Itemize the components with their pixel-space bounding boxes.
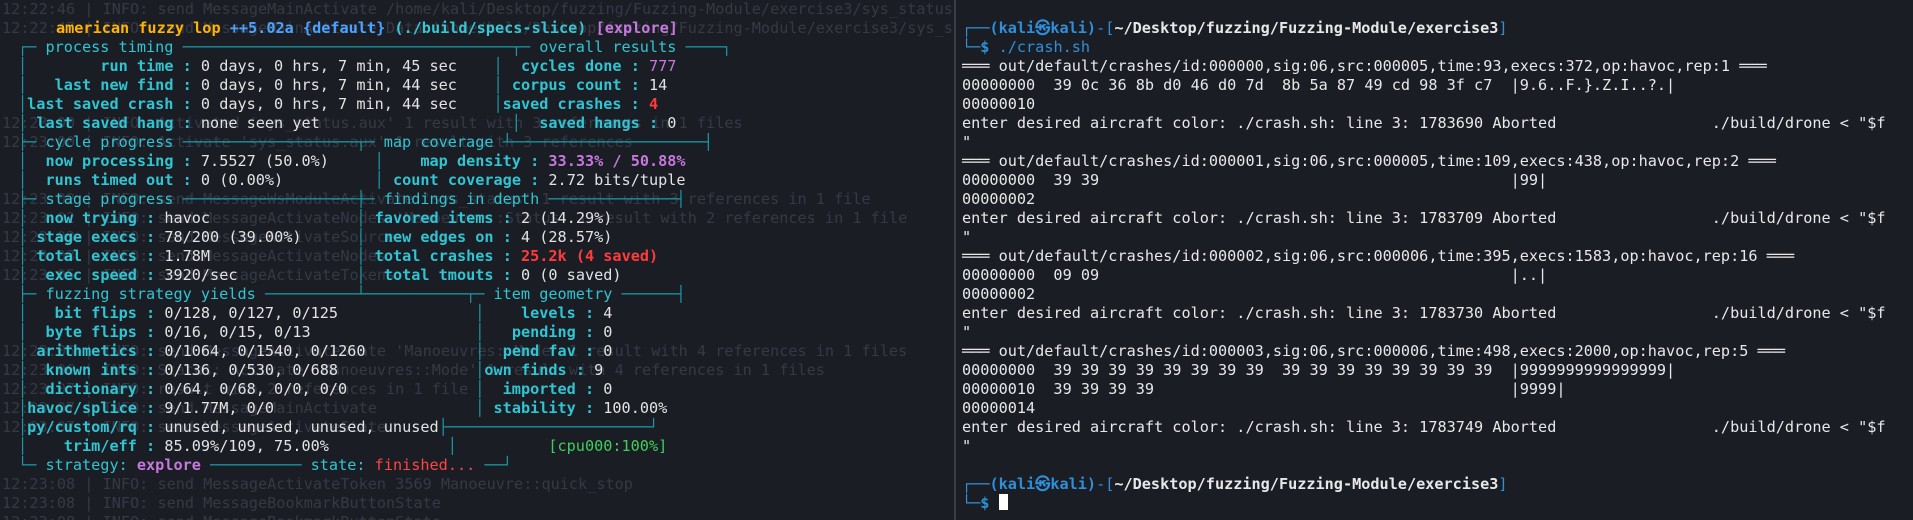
- crash-file-header: ═══ out/default/crashes/id:000001,sig:06…: [962, 152, 1776, 170]
- box-border-top: ┌─ process timing ──────────────────────…: [18, 38, 732, 56]
- abort-message: enter desired aircraft color: ./crash.sh…: [962, 304, 1886, 322]
- hexdump-line: 00000000 39 39 39 39 39 39 39 39 39 39 3…: [962, 361, 1676, 379]
- run-time-value: 0 days, 0 hrs, 7 min, 45 sec: [200, 57, 457, 75]
- wrapped-line: ": [962, 228, 972, 246]
- prompt-line-1: ┌──(kali㉿kali)-[~/Desktop/fuzzing/Fuzzin…: [962, 19, 1508, 37]
- strategy-value: explore: [136, 456, 201, 474]
- crash-file-header: ═══ out/default/crashes/id:000000,sig:06…: [962, 57, 1767, 75]
- abort-message: enter desired aircraft color: ./crash.sh…: [962, 209, 1886, 227]
- command-line-active[interactable]: └─$: [962, 494, 1008, 513]
- row-stage-execs: │ stage execs : 78/200 (39.00%) │ new ed…: [18, 228, 613, 246]
- afl-mode: [explore]: [595, 19, 678, 37]
- wrapped-line: ": [962, 323, 972, 341]
- prompt-path: ~/Desktop/fuzzing/Fuzzing-Module/exercis…: [1114, 19, 1499, 37]
- hexdump-line: 00000000 09 09 |..|: [962, 266, 1548, 284]
- row-dictionary: │ dictionary : 0/64, 0/68, 0/0, 0/0 │ im…: [18, 380, 613, 398]
- hexdump-line: 00000014: [962, 399, 1036, 417]
- section-process-timing: process timing: [45, 38, 174, 56]
- section-overall-results: overall results: [539, 38, 677, 56]
- box-border-strategy: ├─ fuzzing strategy yields ──────────┴──…: [18, 285, 686, 303]
- box-footer: └─ strategy: explore ────────── state: f…: [18, 456, 512, 474]
- afl-name: american fuzzy lop: [56, 19, 221, 37]
- hexdump-line: 00000002: [962, 285, 1036, 303]
- cpu-indicator: [cpu000:100%]: [548, 437, 668, 455]
- afl-terminal-pane[interactable]: 12:22:46 | INFO: send MessageMainActivat…: [0, 0, 954, 520]
- crash-file-header: ═══ out/default/crashes/id:000002,sig:06…: [962, 247, 1795, 265]
- afl-target: (./build/specs-slice): [394, 19, 587, 37]
- wrapped-line: ": [962, 133, 972, 151]
- row-known-ints: │ known ints : 0/136, 0/530, 0/688 │own …: [18, 361, 604, 379]
- text-cursor: [998, 494, 1008, 510]
- state-value: finished...: [374, 456, 476, 474]
- background-log-line: 12:23:08 | INFO: send MessageBookmarkBut…: [2, 513, 441, 520]
- row-havoc-splice: │havoc/splice : 9/1.77M, 0/0 │ stability…: [18, 399, 668, 417]
- prompt-user: (kali㉿kali): [989, 19, 1097, 37]
- hexdump-line: 00000010 39 39 39 39 |9999|: [962, 380, 1566, 398]
- box-border-stage: ├─ stage progress ───────────────────┼─ …: [18, 190, 686, 208]
- row-byte-flips: │ byte flips : 0/16, 0/15, 0/13 │ pendin…: [18, 323, 613, 341]
- total-crashes-value: 25.2k (4 saved): [520, 247, 659, 265]
- abort-message: enter desired aircraft color: ./crash.sh…: [962, 114, 1886, 132]
- hexdump-line: 00000000 39 0c 36 8b d0 46 d0 7d 8b 5a 8…: [962, 76, 1676, 94]
- shell-terminal-pane[interactable]: ┌──(kali㉿kali)-[~/Desktop/fuzzing/Fuzzin…: [956, 0, 1913, 520]
- row-last-saved-crash: │last saved crash : 0 days, 0 hrs, 7 min…: [18, 95, 659, 113]
- box-border-cycle: ├─ cycle progress ───────────────────┬─ …: [18, 133, 713, 151]
- hexdump-line: 00000002: [962, 190, 1036, 208]
- command-line: └─$ ./crash.sh: [962, 38, 1091, 56]
- afl-version: ++5.02a: [229, 19, 294, 37]
- row-last-new-find: │ last new find : 0 days, 0 hrs, 7 min, …: [18, 76, 668, 94]
- row-last-saved-hang: │ last saved hang : none seen yet │ save…: [18, 114, 677, 132]
- row-bit-flips: │ bit flips : 0/128, 0/127, 0/125 │ leve…: [18, 304, 613, 322]
- row-py-custom-rq: │py/custom/rq : unused, unused, unused, …: [18, 418, 659, 436]
- abort-message: enter desired aircraft color: ./crash.sh…: [962, 418, 1886, 436]
- row-run-time: │ run time : 0 days, 0 hrs, 7 min, 45 se…: [18, 57, 677, 75]
- row-trim-eff: │ trim/eff : 85.09%/109, 75.00% │ [cpu00…: [18, 437, 668, 455]
- crash-file-header: ═══ out/default/crashes/id:000003,sig:06…: [962, 342, 1785, 360]
- afl-title-bar: american fuzzy lop ++5.02a {default} (./…: [56, 19, 678, 38]
- cycles-done-value: 777: [648, 57, 677, 75]
- row-now-trying: │ now trying : havoc │ favored items : 2…: [18, 209, 613, 227]
- wrapped-line: ": [962, 437, 972, 455]
- afl-instance: {default}: [302, 19, 386, 37]
- hexdump-line: 00000000 39 39 |99|: [962, 171, 1548, 189]
- hexdump-line: 00000010: [962, 95, 1036, 113]
- row-total-execs: │ total execs : 1.78M │ total crashes : …: [18, 247, 659, 265]
- map-density-value: 33.33% / 50.88%: [548, 152, 686, 170]
- saved-crashes-value: 4: [648, 95, 659, 113]
- background-log-line: 12:22:46 | INFO: send MessageMainActivat…: [2, 0, 954, 18]
- row-now-processing: │ now processing : 7.5527 (50.0%) │ map …: [18, 152, 686, 170]
- command-text: ./crash.sh: [998, 38, 1091, 56]
- background-log-line: 12:23:08 | INFO: send MessageBookmarkBut…: [2, 494, 441, 512]
- row-arithmetics: │ arithmetics : 0/1064, 0/1540, 0/1260 │…: [18, 342, 613, 360]
- row-runs-timed-out: │ runs timed out : 0 (0.00%) │ count cov…: [18, 171, 686, 189]
- prompt-line-final: ┌──(kali㉿kali)-[~/Desktop/fuzzing/Fuzzin…: [962, 475, 1508, 493]
- row-exec-speed: │ exec speed : 3920/sec │ total tmouts :…: [18, 266, 622, 284]
- background-log-line: 12:23:08 | INFO: send MessageActivateTok…: [2, 475, 633, 493]
